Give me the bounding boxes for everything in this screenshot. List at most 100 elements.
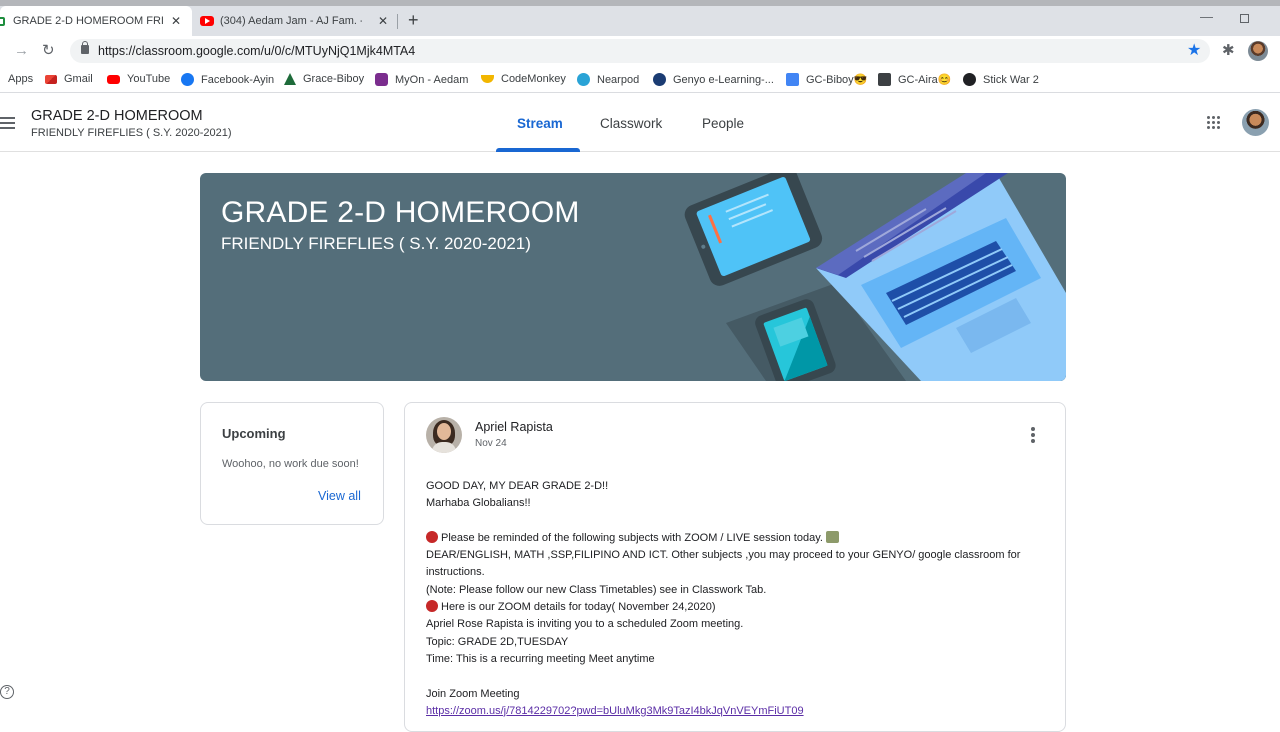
bookmark-label: Apps xyxy=(8,73,34,85)
account-avatar[interactable] xyxy=(1242,109,1269,136)
class-subtitle: FRIENDLY FIREFLIES ( S.Y. 2020-2021) xyxy=(31,127,232,139)
post-line xyxy=(426,668,1046,685)
facebook-icon xyxy=(181,73,194,86)
bookmark-label: Nearpod xyxy=(597,73,640,86)
youtube-favicon-icon xyxy=(200,16,214,26)
bookmarks-bar: Apps Gmail YouTube Facebook-Ayin Grace-B… xyxy=(0,66,1280,93)
announcement-post: Apriel Rapista Nov 24 GOOD DAY, MY DEAR … xyxy=(404,402,1066,732)
close-icon[interactable]: ✕ xyxy=(378,14,388,28)
browser-tab-youtube[interactable]: (304) Aedam Jam - AJ Fam. - YouTube ✕ xyxy=(192,6,398,36)
url-text[interactable]: https://classroom.google.com/u/0/c/MTUyN… xyxy=(98,44,415,58)
main-menu-icon[interactable] xyxy=(0,117,15,129)
contact-card-icon xyxy=(786,73,799,86)
class-title[interactable]: GRADE 2-D HOMEROOM xyxy=(31,108,203,124)
gmail-icon xyxy=(45,74,57,84)
forward-arrow-icon[interactable]: → xyxy=(14,42,29,59)
bookmark-gmail[interactable]: Gmail xyxy=(45,73,93,85)
devices-illustration xyxy=(684,173,1066,381)
bookmark-label: GC-Aira😊 xyxy=(898,74,952,86)
post-body: GOOD DAY, MY DEAR GRADE 2-D!! Marhaba Gl… xyxy=(426,478,1046,720)
bookmark-label: Gmail xyxy=(64,73,93,85)
bookmark-codemonkey[interactable]: CodeMonkey xyxy=(481,73,566,85)
zoom-meeting-link[interactable]: https://zoom.us/j/7814229702?pwd=bUluMkg… xyxy=(426,705,804,717)
stick-war-icon xyxy=(963,73,976,86)
bookmark-gc-aira[interactable]: GC-Aira😊 xyxy=(878,73,951,86)
classroom-favicon-icon xyxy=(0,16,5,26)
help-icon[interactable]: ? xyxy=(0,685,14,699)
bookmark-label: YouTube xyxy=(127,73,171,85)
tab-title: GRADE 2-D HOMEROOM FRIENDLY FIREFLIES ( … xyxy=(13,15,163,27)
tab-people[interactable]: People xyxy=(702,116,744,131)
post-line-text: Here is our ZOOM details for today( Nove… xyxy=(441,601,716,614)
new-tab-plus-icon[interactable]: + xyxy=(408,10,419,31)
post-line: (Note: Please follow our new Class Timet… xyxy=(426,583,767,596)
tab-title: (304) Aedam Jam - AJ Fam. - YouTube xyxy=(220,15,362,27)
bookmark-gc-biboy[interactable]: GC-Biboy😎 xyxy=(786,73,867,86)
post-line: DEAR/ENGLISH, MATH ,SSP,FILIPINO AND ICT… xyxy=(426,549,1021,579)
post-line: Join Zoom Meeting xyxy=(426,687,520,700)
bookmark-label: Genyo e-Learning-... xyxy=(673,73,774,86)
bookmark-star-icon[interactable]: ★ xyxy=(1187,40,1201,60)
google-apps-icon[interactable] xyxy=(1207,116,1221,130)
extensions-puzzle-icon[interactable]: ✱ xyxy=(1222,41,1235,59)
upcoming-empty-text: Woohoo, no work due soon! xyxy=(222,458,359,470)
lock-icon[interactable] xyxy=(81,41,89,54)
codemonkey-banana-icon xyxy=(481,75,494,83)
grace-logo-icon xyxy=(284,73,296,85)
class-banner: GRADE 2-D HOMEROOM FRIENDLY FIREFLIES ( … xyxy=(200,173,1066,381)
minimize-icon[interactable]: — xyxy=(1200,9,1213,24)
browser-tab-classroom[interactable]: GRADE 2-D HOMEROOM FRIENDLY FIREFLIES ( … xyxy=(0,6,192,36)
restore-icon[interactable] xyxy=(1240,14,1249,23)
post-line-zoom-details: Here is our ZOOM details for today( Nove… xyxy=(426,599,1046,616)
post-line xyxy=(426,513,1046,530)
bookmark-label: CodeMonkey xyxy=(501,73,566,85)
post-line-reminder: Please be reminded of the following subj… xyxy=(426,530,1046,547)
upcoming-title: Upcoming xyxy=(222,426,286,441)
bookmark-label: MyOn - Aedam xyxy=(395,73,469,86)
myon-icon xyxy=(375,73,388,86)
banner-subtitle: FRIENDLY FIREFLIES ( S.Y. 2020-2021) xyxy=(221,234,531,253)
post-author: Apriel Rapista xyxy=(475,420,553,434)
bookmark-youtube[interactable]: YouTube xyxy=(107,73,170,85)
notebook-emoji-icon xyxy=(825,530,839,543)
contact-card-icon xyxy=(878,73,891,86)
upcoming-card: Upcoming Woohoo, no work due soon! View … xyxy=(200,402,384,525)
tab-classwork[interactable]: Classwork xyxy=(600,116,662,131)
bookmark-label: Facebook-Ayin xyxy=(201,73,275,86)
active-tab-indicator xyxy=(496,148,580,152)
more-options-icon[interactable] xyxy=(1031,427,1035,443)
bookmark-label: GC-Biboy😎 xyxy=(806,74,868,86)
bookmark-apps[interactable]: Apps xyxy=(8,73,33,85)
tab-stream[interactable]: Stream xyxy=(517,116,563,131)
youtube-icon xyxy=(107,74,120,84)
nearpod-icon xyxy=(577,73,590,86)
tab-separator xyxy=(397,14,398,29)
post-line: GOOD DAY, MY DEAR GRADE 2-D!! xyxy=(426,480,609,492)
bookmark-label: Grace-Biboy xyxy=(303,73,365,85)
navigation-bar: → ↻ https://classroom.google.com/u/0/c/M… xyxy=(0,36,1280,66)
view-all-link[interactable]: View all xyxy=(318,489,361,503)
post-date: Nov 24 xyxy=(475,438,507,449)
bookmark-myon-aedam[interactable]: MyOn - Aedam xyxy=(375,73,468,86)
post-line-text: Please be reminded of the following subj… xyxy=(441,531,823,544)
bookmark-genyo[interactable]: Genyo e-Learning-... xyxy=(653,73,774,86)
post-line: Apriel Rose Rapista is inviting you to a… xyxy=(426,618,744,631)
address-bar[interactable]: https://classroom.google.com/u/0/c/MTUyN… xyxy=(70,39,1210,63)
author-avatar xyxy=(426,417,462,453)
bookmark-stick-war[interactable]: Stick War 2 xyxy=(963,73,1039,86)
bookmark-label: Stick War 2 xyxy=(983,73,1039,86)
red-circle-icon xyxy=(426,530,438,543)
genyo-icon xyxy=(653,73,666,86)
banner-title: GRADE 2-D HOMEROOM xyxy=(221,196,580,229)
close-icon[interactable]: ✕ xyxy=(171,14,181,28)
bookmark-grace-biboy[interactable]: Grace-Biboy xyxy=(284,73,364,85)
classroom-header: GRADE 2-D HOMEROOM FRIENDLY FIREFLIES ( … xyxy=(0,94,1280,152)
post-line: Time: This is a recurring meeting Meet a… xyxy=(426,652,655,665)
post-line: Marhaba Globalians!! xyxy=(426,497,531,510)
red-circle-icon xyxy=(426,600,438,613)
profile-avatar[interactable] xyxy=(1248,41,1268,61)
bookmark-nearpod[interactable]: Nearpod xyxy=(577,73,639,86)
bookmark-facebook-ayin[interactable]: Facebook-Ayin xyxy=(181,73,274,86)
post-line: Topic: GRADE 2D,TUESDAY xyxy=(426,635,569,648)
reload-icon[interactable]: ↻ xyxy=(42,41,55,59)
